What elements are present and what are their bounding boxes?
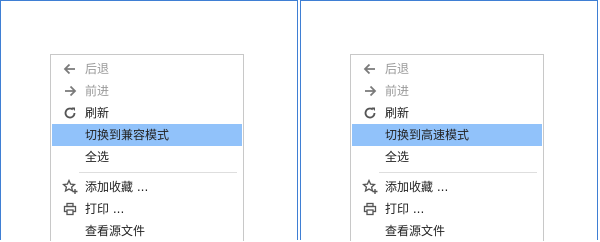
- menu-item-label: 刷新: [85, 106, 110, 120]
- menu-item-add-favorite[interactable]: 添加收藏 ...: [352, 176, 542, 198]
- forward-arrow-icon: [362, 83, 378, 99]
- browser-pane-right: 后退 前进 刷新 切换到高速模式 全选 添加收藏 ... 打印 ... 查看源文…: [300, 0, 598, 241]
- menu-item-print[interactable]: 打印 ...: [52, 198, 242, 220]
- menu-item-switch-mode[interactable]: 切换到兼容模式: [52, 124, 242, 146]
- menu-item-label: 查看源文件: [385, 224, 446, 238]
- refresh-icon: [362, 105, 378, 121]
- menu-item-switch-mode[interactable]: 切换到高速模式: [352, 124, 542, 146]
- menu-item-label: 打印 ...: [385, 202, 425, 216]
- refresh-icon: [62, 105, 78, 121]
- menu-item-refresh[interactable]: 刷新: [52, 102, 242, 124]
- forward-arrow-icon: [62, 83, 78, 99]
- menu-item-back[interactable]: 后退: [352, 58, 542, 80]
- menu-item-label: 刷新: [385, 106, 410, 120]
- menu-item-label: 切换到高速模式: [385, 128, 470, 142]
- menu-item-label: 添加收藏 ...: [385, 180, 449, 194]
- menu-item-label: 后退: [385, 62, 410, 76]
- screenshot-stage: 后退 前进 刷新 切换到兼容模式 全选 添加收藏 ... 打印 ... 查看源文…: [0, 0, 600, 241]
- menu-item-view-source[interactable]: 查看源文件: [52, 220, 242, 242]
- menu-item-refresh[interactable]: 刷新: [352, 102, 542, 124]
- menu-item-view-source[interactable]: 查看源文件: [352, 220, 542, 242]
- add-favorite-star-icon: [62, 179, 78, 195]
- menu-item-select-all[interactable]: 全选: [52, 146, 242, 168]
- back-arrow-icon: [62, 61, 78, 77]
- menu-item-label: 全选: [385, 150, 410, 164]
- menu-separator: [379, 172, 537, 173]
- add-favorite-star-icon: [362, 179, 378, 195]
- printer-icon: [62, 201, 78, 217]
- back-arrow-icon: [362, 61, 378, 77]
- menu-separator: [79, 172, 237, 173]
- menu-item-back[interactable]: 后退: [52, 58, 242, 80]
- browser-pane-left: 后退 前进 刷新 切换到兼容模式 全选 添加收藏 ... 打印 ... 查看源文…: [0, 0, 298, 241]
- menu-item-label: 前进: [385, 84, 410, 98]
- menu-item-label: 切换到兼容模式: [85, 128, 170, 142]
- menu-item-label: 后退: [85, 62, 110, 76]
- menu-item-add-favorite[interactable]: 添加收藏 ...: [52, 176, 242, 198]
- menu-item-print[interactable]: 打印 ...: [352, 198, 542, 220]
- menu-item-label: 前进: [85, 84, 110, 98]
- printer-icon: [362, 201, 378, 217]
- menu-item-label: 添加收藏 ...: [85, 180, 149, 194]
- menu-item-label: 查看源文件: [85, 224, 146, 238]
- context-menu-left: 后退 前进 刷新 切换到兼容模式 全选 添加收藏 ... 打印 ... 查看源文…: [50, 54, 244, 241]
- menu-item-forward[interactable]: 前进: [52, 80, 242, 102]
- context-menu-right: 后退 前进 刷新 切换到高速模式 全选 添加收藏 ... 打印 ... 查看源文…: [350, 54, 544, 241]
- menu-item-forward[interactable]: 前进: [352, 80, 542, 102]
- menu-item-label: 打印 ...: [85, 202, 125, 216]
- menu-item-select-all[interactable]: 全选: [352, 146, 542, 168]
- menu-item-label: 全选: [85, 150, 110, 164]
